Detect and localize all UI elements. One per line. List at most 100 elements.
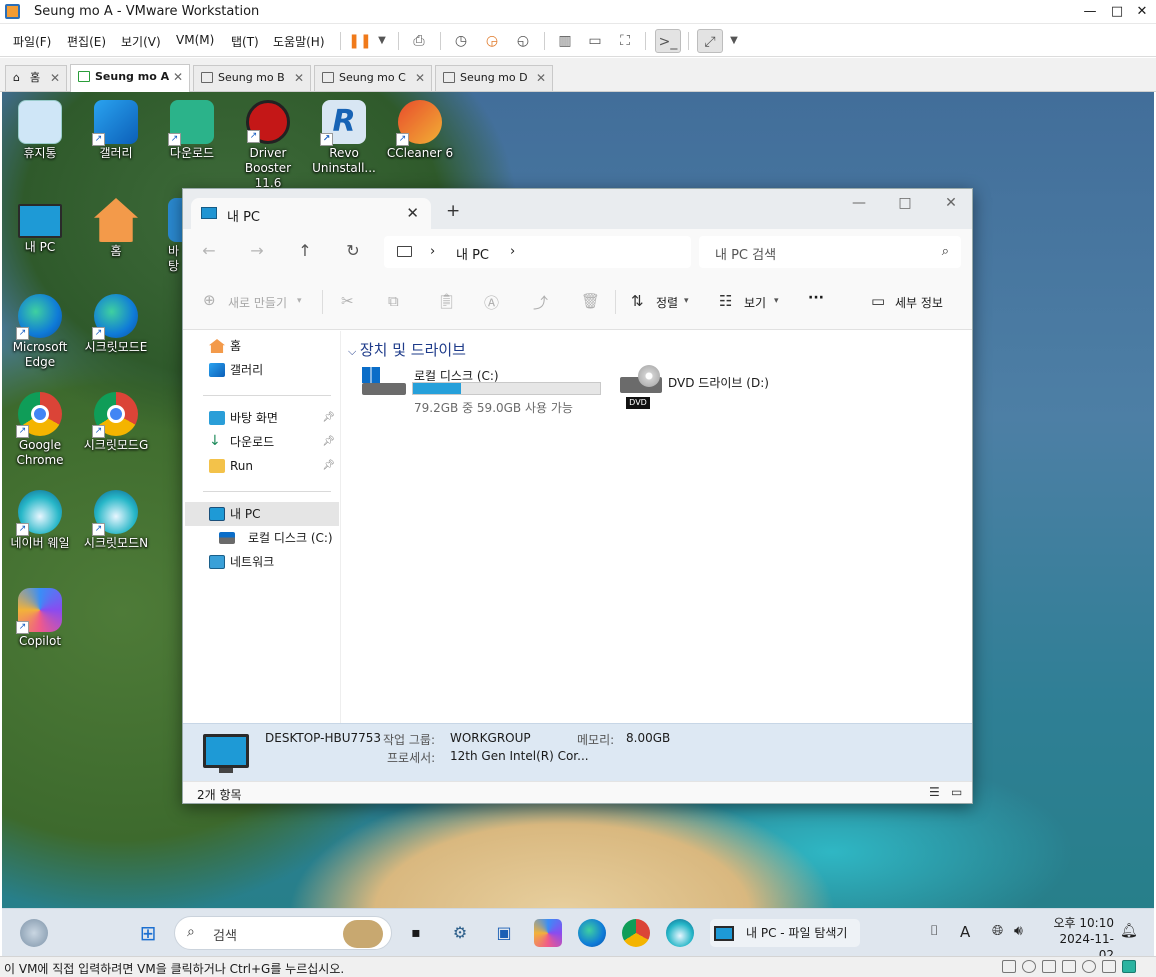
console-view-icon[interactable]: ▭ bbox=[582, 29, 608, 53]
close-tab-icon[interactable]: ✕ bbox=[406, 204, 419, 222]
message-log-icon[interactable] bbox=[1122, 960, 1136, 973]
desktop-icon-downloads[interactable]: ↗ 다운로드 bbox=[154, 100, 230, 161]
widgets-icon[interactable] bbox=[20, 919, 48, 947]
more-options-button[interactable]: ··· bbox=[808, 290, 824, 306]
sidebar-item-network[interactable]: 네트워크 bbox=[185, 550, 339, 574]
menu-file[interactable]: 파일(F) bbox=[13, 33, 51, 50]
close-icon[interactable]: ✕ bbox=[173, 65, 183, 89]
close-icon[interactable]: ✕ bbox=[415, 66, 425, 90]
forward-button[interactable]: → bbox=[245, 239, 269, 263]
back-button[interactable]: ← bbox=[197, 239, 221, 263]
desktop-icon-whale[interactable]: ↗ 네이버 웨일 bbox=[2, 490, 78, 551]
desktop-icon-recycle-bin[interactable]: 휴지통 bbox=[2, 100, 78, 161]
send-ctrl-alt-del-icon[interactable]: ⎙ bbox=[406, 29, 432, 53]
tab-home[interactable]: ⌂ 홈 ✕ bbox=[5, 65, 67, 91]
rename-icon[interactable]: Ⓐ bbox=[484, 292, 499, 313]
volume-icon[interactable]: 🔊︎ bbox=[1014, 923, 1023, 939]
desktop-icon-copilot[interactable]: ↗ Copilot bbox=[2, 588, 78, 649]
tab-seung-mo-b[interactable]: Seung mo B ✕ bbox=[193, 65, 311, 91]
section-header[interactable]: ⌵ 장치 및 드라이브 bbox=[348, 339, 466, 360]
close-icon[interactable]: ✕ bbox=[50, 66, 60, 90]
drive-item-d[interactable]: DVD DVD 드라이브 (D:) bbox=[616, 363, 816, 413]
desktop-icon-edge[interactable]: ↗ Microsoft Edge bbox=[2, 294, 78, 370]
taskbar-search-box[interactable]: ⌕ 검색 bbox=[174, 916, 392, 950]
copilot-icon[interactable] bbox=[534, 919, 562, 947]
breadcrumb-separator[interactable]: › bbox=[430, 244, 435, 259]
desktop-icon-edge-private[interactable]: ↗ 시크릿모드E bbox=[78, 294, 154, 355]
sound-status-icon[interactable] bbox=[1082, 960, 1096, 973]
address-bar[interactable]: › 내 PC › bbox=[384, 236, 691, 268]
sidebar-item-local-disk[interactable]: 로컬 디스크 (C:) bbox=[185, 526, 339, 550]
fullscreen-icon[interactable]: ⛶ bbox=[612, 29, 638, 53]
delete-icon[interactable]: 🗑︎ bbox=[581, 292, 600, 310]
tab-seung-mo-a[interactable]: Seung mo A ✕ bbox=[70, 64, 190, 92]
display-status-icon[interactable] bbox=[1102, 960, 1116, 973]
breadcrumb-this-pc[interactable]: 내 PC bbox=[456, 244, 489, 263]
sidebar-item-this-pc[interactable]: 내 PC bbox=[185, 502, 339, 526]
sidebar-item-gallery[interactable]: 갤러리 bbox=[185, 358, 339, 382]
close-icon[interactable]: ✕ bbox=[536, 66, 546, 90]
menu-edit[interactable]: 편집(E) bbox=[67, 33, 106, 50]
desktop-icon-revo-uninstaller[interactable]: R ↗ Revo Uninstall... bbox=[306, 100, 382, 176]
copy-icon[interactable]: ⧉ bbox=[388, 292, 399, 310]
desktop-icon-gallery[interactable]: ↗ 갤러리 bbox=[78, 100, 154, 161]
stretch-guest-icon[interactable]: ⤢ bbox=[697, 29, 723, 53]
notification-bell-icon[interactable]: 🔔︎ bbox=[1120, 923, 1138, 939]
up-button[interactable]: ↑ bbox=[293, 239, 317, 263]
naver-whale-icon[interactable] bbox=[666, 919, 694, 947]
terminal-icon[interactable]: >_ bbox=[655, 29, 681, 53]
explorer-minimize-button[interactable]: — bbox=[844, 195, 874, 217]
menu-vm[interactable]: VM(M) bbox=[176, 33, 214, 47]
desktop-icon-this-pc[interactable]: 내 PC bbox=[2, 198, 78, 255]
network-globe-icon[interactable]: 🌐︎ bbox=[992, 923, 1003, 939]
large-icons-view-icon[interactable]: ▭ bbox=[951, 785, 962, 799]
desktop-icon-ccleaner[interactable]: ↗ CCleaner 6 bbox=[382, 100, 458, 161]
hard-disk-status-icon[interactable] bbox=[1002, 960, 1016, 973]
pin-icon[interactable]: 📌︎ bbox=[322, 454, 335, 478]
stretch-dropdown-chevron-icon[interactable]: ▼ bbox=[721, 29, 747, 53]
explorer-maximize-button[interactable]: □ bbox=[890, 195, 920, 217]
snapshot-icon[interactable]: ◷ bbox=[448, 29, 474, 53]
snapshot-manager-icon[interactable]: ◵ bbox=[510, 29, 536, 53]
start-windows-icon[interactable]: ⊞ bbox=[134, 919, 162, 947]
desktop-icon-chrome-private[interactable]: ↗ 시크릿모드G bbox=[78, 392, 154, 453]
cd-status-icon[interactable] bbox=[1022, 960, 1036, 973]
menu-view[interactable]: 보기(V) bbox=[121, 33, 161, 50]
new-tab-button[interactable]: + bbox=[446, 201, 460, 221]
refresh-button[interactable]: ↻ bbox=[341, 239, 365, 263]
explorer-close-button[interactable]: ✕ bbox=[936, 195, 966, 217]
usb-status-icon[interactable] bbox=[1062, 960, 1076, 973]
sort-button[interactable]: 정렬 bbox=[656, 294, 678, 311]
menu-tabs[interactable]: 탭(T) bbox=[231, 33, 259, 50]
desktop-icon-home[interactable]: 홈 bbox=[78, 198, 154, 259]
sidebar-item-downloads[interactable]: ↓ 다운로드 📌︎ bbox=[185, 430, 339, 454]
share-icon[interactable]: ⤴ bbox=[533, 292, 548, 313]
details-view-icon[interactable]: ☰ bbox=[929, 785, 940, 799]
usb-icon[interactable]: ⌷ bbox=[930, 923, 938, 939]
pin-icon[interactable]: 📌︎ bbox=[322, 430, 335, 454]
maximize-button[interactable]: □ bbox=[1105, 1, 1129, 23]
paste-icon[interactable]: 📋︎ bbox=[437, 292, 456, 310]
drive-item-c[interactable]: 로컬 디스크 (C:) 79.2GB 중 59.0GB 사용 가능 bbox=[342, 363, 604, 415]
microsoft-store-icon[interactable]: ▣ bbox=[490, 919, 518, 947]
pause-dropdown-chevron-icon[interactable]: ▼ bbox=[369, 29, 395, 53]
pin-icon[interactable]: 📌︎ bbox=[322, 406, 335, 430]
sidebar-item-home[interactable]: 홈 bbox=[185, 334, 339, 358]
new-button[interactable]: 새로 만들기 bbox=[228, 294, 287, 311]
close-button[interactable]: ✕ bbox=[1130, 1, 1154, 23]
view-button[interactable]: 보기 bbox=[744, 294, 766, 311]
task-view-icon[interactable]: ▪ bbox=[402, 919, 430, 947]
settings-gear-icon[interactable]: ⚙ bbox=[446, 919, 474, 947]
chrome-icon[interactable] bbox=[622, 919, 650, 947]
desktop-icon-chrome[interactable]: ↗ Google Chrome bbox=[2, 392, 78, 468]
sidebar-item-run[interactable]: Run 📌︎ bbox=[185, 454, 339, 478]
sidebar-item-desktop[interactable]: 바탕 화면 📌︎ bbox=[185, 406, 339, 430]
tab-seung-mo-c[interactable]: Seung mo C ✕ bbox=[314, 65, 432, 91]
desktop-icon-driver-booster[interactable]: ↗ Driver Booster 11.6 bbox=[230, 100, 306, 191]
revert-snapshot-icon[interactable]: ◶ bbox=[479, 29, 505, 53]
minimize-button[interactable]: — bbox=[1078, 1, 1102, 23]
menu-help[interactable]: 도움말(H) bbox=[273, 33, 325, 50]
close-icon[interactable]: ✕ bbox=[294, 66, 304, 90]
cut-icon[interactable]: ✂ bbox=[341, 292, 354, 310]
tab-seung-mo-d[interactable]: Seung mo D ✕ bbox=[435, 65, 553, 91]
